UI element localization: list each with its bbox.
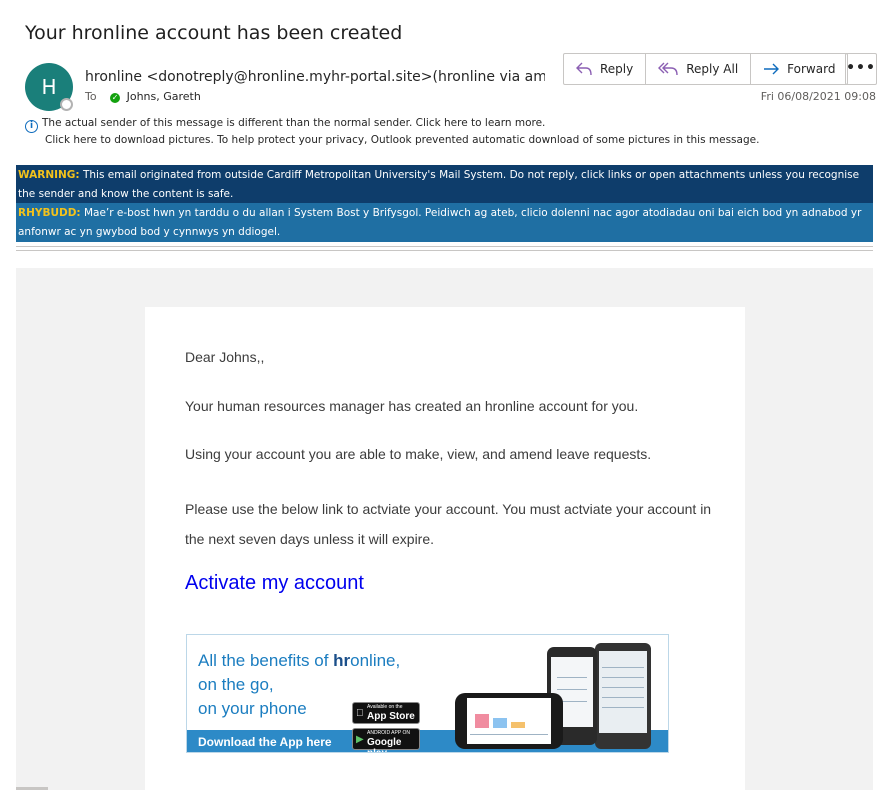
appstore-label: App Store bbox=[367, 711, 415, 722]
recipient-name[interactable]: Johns, Gareth bbox=[127, 90, 201, 103]
apple-icon:  bbox=[356, 708, 364, 719]
sender-warning-line[interactable]: i The actual sender of this message is di… bbox=[25, 116, 759, 133]
forward-label: Forward bbox=[787, 62, 836, 76]
banner-line1-pre: All the benefits of bbox=[198, 651, 334, 670]
download-pictures-line[interactable]: Click here to download pictures. To help… bbox=[25, 133, 759, 147]
gplay-label: Google play bbox=[367, 737, 402, 752]
rhybudd-label: RHYBUDD: bbox=[18, 207, 81, 219]
check-icon: ✓ bbox=[110, 93, 121, 103]
banner-line1-bold: hr bbox=[333, 651, 351, 670]
external-warning-banner: WARNING: This email originated from outs… bbox=[16, 165, 873, 203]
info-bar: i The actual sender of this message is di… bbox=[25, 116, 759, 147]
divider bbox=[16, 250, 873, 251]
phone-screen bbox=[467, 698, 551, 744]
phone-image bbox=[455, 693, 563, 749]
banner-line2: on the go, bbox=[198, 675, 274, 694]
activate-account-link[interactable]: Activate my account bbox=[185, 572, 364, 595]
body-paragraph-1: Your human resources manager has created… bbox=[185, 398, 639, 414]
recipient-line: To ✓ Johns, Gareth bbox=[85, 90, 201, 103]
reply-all-button[interactable]: Reply All bbox=[646, 54, 752, 84]
reply-button[interactable]: Reply bbox=[564, 54, 647, 84]
reply-all-icon bbox=[658, 62, 678, 76]
download-app-label: Download the App here bbox=[198, 735, 332, 749]
greeting: Dear Johns,, bbox=[185, 349, 265, 365]
forward-button[interactable]: Forward bbox=[751, 54, 847, 84]
warning-label: WARNING: bbox=[18, 169, 80, 181]
play-icon: ▶ bbox=[356, 734, 364, 745]
more-actions-button[interactable]: ••• bbox=[845, 53, 877, 85]
phone-screen bbox=[599, 651, 647, 733]
forward-icon bbox=[764, 63, 780, 75]
warning-text: This email originated from outside Cardi… bbox=[18, 169, 860, 200]
body-paragraph-2: Using your account you are able to make,… bbox=[185, 446, 652, 462]
app-store-badge[interactable]:  Available on the App Store bbox=[352, 702, 420, 724]
rhybudd-text: Mae’r e-bost hwn yn tarddu o du allan i … bbox=[18, 207, 862, 238]
reply-icon bbox=[576, 62, 592, 76]
body-paragraph-3: Please use the below link to actviate yo… bbox=[185, 501, 712, 547]
app-promo-banner[interactable]: All the benefits of hronline, on the go,… bbox=[186, 634, 669, 753]
welsh-warning-banner: RHYBUDD: Mae’r e-bost hwn yn tarddu o du… bbox=[16, 203, 873, 242]
phone-image bbox=[595, 643, 651, 749]
info-icon: i bbox=[25, 120, 38, 133]
sender-warning-text: The actual sender of this message is dif… bbox=[42, 117, 546, 129]
sender-address[interactable]: hronline <donotreply@hronline.myhr-porta… bbox=[85, 69, 545, 85]
message-actions: Reply Reply All Forward bbox=[563, 53, 849, 85]
gplay-small-label: ANDROID APP ON bbox=[367, 730, 410, 736]
banner-line1-post: online, bbox=[350, 651, 401, 670]
to-label: To bbox=[85, 90, 97, 103]
appstore-small-label: Available on the bbox=[367, 704, 403, 710]
message-subject: Your hronline account has been created bbox=[25, 22, 403, 44]
presence-status-icon bbox=[60, 98, 73, 111]
message-date: Fri 06/08/2021 09:08 bbox=[760, 90, 876, 103]
divider bbox=[16, 246, 873, 247]
reply-all-label: Reply All bbox=[686, 62, 739, 76]
reply-label: Reply bbox=[600, 62, 634, 76]
google-play-badge[interactable]: ▶ ANDROID APP ON Google play bbox=[352, 728, 420, 752]
